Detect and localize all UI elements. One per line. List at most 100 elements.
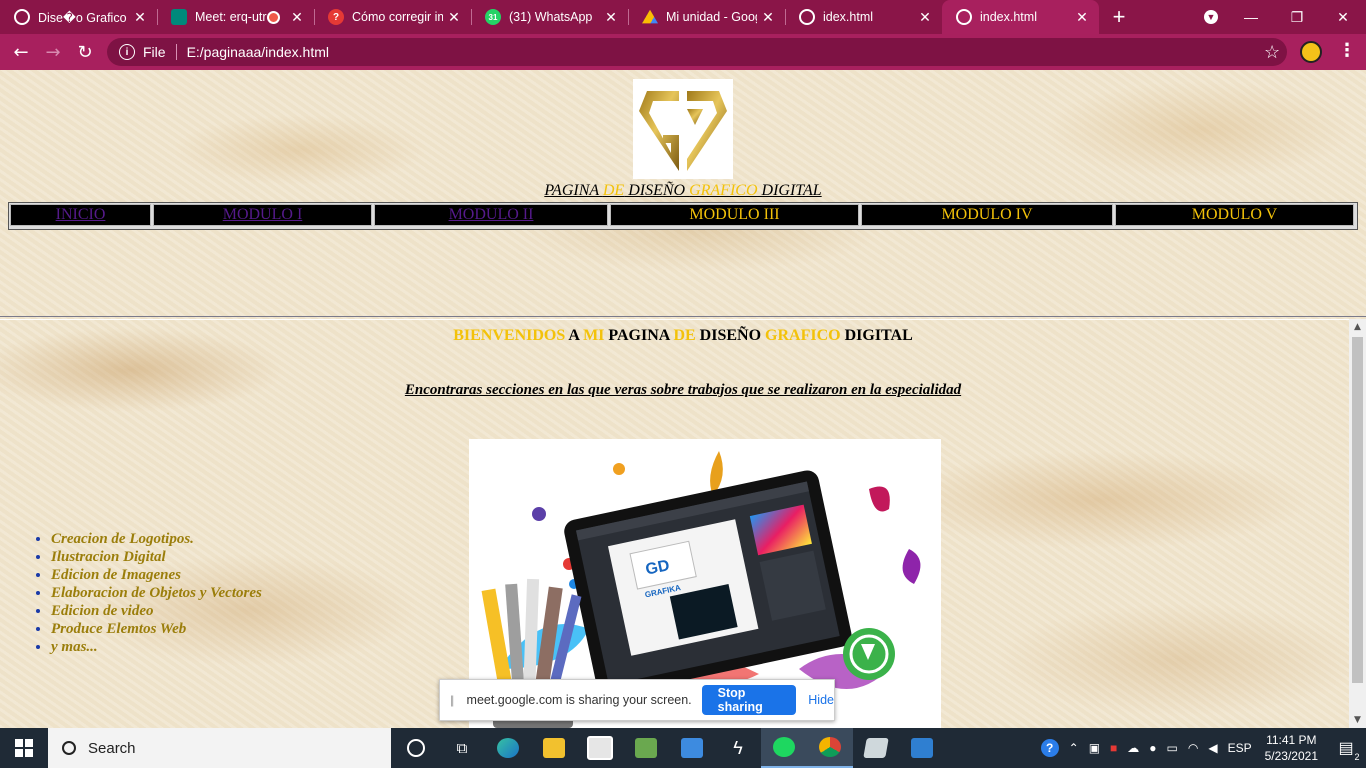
tab-index[interactable]: index.html ✕ [942, 0, 1099, 34]
url-text[interactable]: E:/paginaaa/index.html [187, 44, 329, 60]
close-window-button[interactable]: ✕ [1320, 0, 1366, 34]
nav-modulo-5[interactable]: MODULO V [1115, 204, 1354, 226]
title-part: GRAFICO [689, 182, 758, 199]
nav-modulo-2[interactable]: MODULO II [374, 204, 608, 226]
reload-button[interactable]: ↻ [69, 36, 101, 68]
windows-icon [15, 739, 33, 757]
share-message: meet.google.com is sharing your screen. [466, 693, 692, 707]
whatsapp-icon: 31 [485, 9, 501, 25]
gd-logo-icon [639, 91, 727, 171]
tab-title: (31) WhatsApp [509, 10, 593, 24]
gift-icon[interactable]: ■ [1110, 741, 1117, 755]
list-item: Elaboracion de Objetos y Vectores [51, 584, 262, 602]
nav-modulo-3[interactable]: MODULO III [610, 204, 859, 226]
minimize-button[interactable]: — [1228, 0, 1274, 34]
time: 11:41 PM [1266, 733, 1317, 747]
taskbar-search[interactable]: Search [48, 728, 391, 768]
title-part: DE [602, 182, 625, 199]
tab-whatsapp[interactable]: 31 (31) WhatsApp ✕ [471, 0, 628, 34]
nav-modulo-1[interactable]: MODULO I [153, 204, 372, 226]
clock[interactable]: 11:41 PM 5/23/2021 [1265, 732, 1318, 764]
start-button[interactable] [0, 728, 48, 768]
bookmark-star-icon[interactable]: ☆ [1264, 42, 1280, 63]
notification-icon[interactable]: ▤ 2 [1326, 738, 1366, 762]
chrome-icon[interactable] [807, 728, 853, 768]
scroll-thumb[interactable] [1352, 337, 1363, 683]
tab-meet[interactable]: Meet: erq-utr ✕ [157, 0, 314, 34]
title-part: DIGITAL [757, 182, 822, 199]
store-icon[interactable] [577, 728, 623, 768]
wifi-icon[interactable]: ◠ [1188, 741, 1198, 755]
cloud-icon[interactable]: ☁ [1127, 741, 1139, 755]
page-scrollbar[interactable]: ▲ ▼ [1349, 319, 1366, 728]
drive-icon [642, 9, 658, 24]
nav-inicio[interactable]: INICIO [10, 204, 151, 226]
back-button[interactable]: ← [5, 36, 37, 68]
search-label: Search [88, 739, 136, 757]
forward-button[interactable]: → [37, 36, 69, 68]
tab-como-corregir[interactable]: ? Cómo corregir im ✕ [314, 0, 471, 34]
tab-diseno-grafico[interactable]: Dise�o Grafico ✕ [0, 0, 157, 34]
screen-share-bar: || meet.google.com is sharing your scree… [439, 679, 835, 721]
stop-sharing-button[interactable]: Stop sharing [701, 685, 797, 715]
close-icon[interactable]: ✕ [133, 9, 147, 26]
date: 5/23/2021 [1264, 749, 1318, 763]
close-icon[interactable]: ✕ [290, 9, 304, 26]
edge-icon[interactable] [485, 728, 531, 768]
info-icon[interactable]: i [119, 44, 135, 60]
welcome-part: A [565, 327, 584, 344]
language-indicator[interactable]: ESP [1228, 741, 1252, 755]
volume-icon[interactable]: ◀ [1208, 741, 1217, 755]
list-item: Edicion de video [51, 602, 262, 620]
taskbar: Search ⧉ ϟ ? ⌃ ▣ ■ ☁ ● ▭ ◠ ◀ ESP 11:41 P… [0, 728, 1366, 768]
site-title: PAGINA DE DISEÑO GRAFICO DIGITAL [0, 182, 1366, 200]
menu-icon[interactable]: ⋮ [1338, 40, 1356, 61]
spotify-icon[interactable] [761, 728, 807, 768]
address-bar[interactable]: i File E:/paginaaa/index.html [107, 38, 1287, 66]
tab-title: index.html [980, 10, 1037, 24]
list-item: Creacion de Logotipos. [51, 530, 262, 548]
nav-modulo-4[interactable]: MODULO IV [861, 204, 1113, 226]
welcome-part: DISEÑO [695, 327, 766, 344]
meet-tray-icon[interactable]: ▣ [1089, 741, 1100, 755]
tab-drive[interactable]: Mi unidad - Goog ✕ [628, 0, 785, 34]
close-icon[interactable]: ✕ [918, 9, 932, 26]
mail-icon[interactable] [669, 728, 715, 768]
tab-title: Cómo corregir im [352, 10, 443, 24]
close-icon[interactable]: ✕ [761, 9, 775, 26]
chevron-up-icon[interactable]: ⌃ [1069, 741, 1079, 755]
new-tab-button[interactable]: + [1099, 0, 1139, 34]
microphone-icon[interactable]: ● [1149, 741, 1156, 755]
photos-icon[interactable] [899, 728, 945, 768]
search-icon [62, 741, 76, 755]
title-part: DISEÑO [624, 182, 690, 199]
tab-idex[interactable]: idex.html ✕ [785, 0, 942, 34]
list-item: Edicion de Imagenes [51, 566, 262, 584]
globe-icon [14, 9, 30, 25]
question-icon: ? [328, 9, 344, 25]
close-icon[interactable]: ✕ [1075, 9, 1089, 26]
welcome-part: GRAFICO [765, 327, 841, 344]
app-icon[interactable] [623, 728, 669, 768]
profile-avatar[interactable] [1300, 41, 1322, 63]
tab-strip: Dise�o Grafico ✕ Meet: erq-utr ✕ ? Cómo … [0, 0, 1366, 34]
browser-toolbar: ← → ↻ i File E:/paginaaa/index.html [0, 34, 1366, 70]
hide-button[interactable]: Hide [808, 693, 834, 707]
system-tray: ? ⌃ ▣ ■ ☁ ● ▭ ◠ ◀ ESP 11:41 PM 5/23/2021… [1036, 728, 1366, 768]
tab-title: Mi unidad - Goog [666, 10, 757, 24]
drag-handle-icon[interactable]: || [450, 693, 457, 707]
welcome-part: PAGINA [604, 327, 674, 344]
scroll-up-icon[interactable]: ▲ [1349, 319, 1366, 335]
notes-icon[interactable] [853, 728, 899, 768]
battery-icon[interactable]: ▭ [1167, 741, 1178, 755]
inkscape-icon[interactable]: ϟ [715, 728, 761, 768]
file-explorer-icon[interactable] [531, 728, 577, 768]
welcome-part: DIGITAL [840, 327, 913, 344]
restore-button[interactable]: ❐ [1274, 0, 1320, 34]
cortana-icon[interactable] [393, 728, 439, 768]
close-icon[interactable]: ✕ [447, 9, 461, 26]
scroll-down-icon[interactable]: ▼ [1349, 712, 1366, 728]
task-view-icon[interactable]: ⧉ [439, 728, 485, 768]
close-icon[interactable]: ✕ [604, 9, 618, 26]
help-icon[interactable]: ? [1040, 739, 1059, 757]
